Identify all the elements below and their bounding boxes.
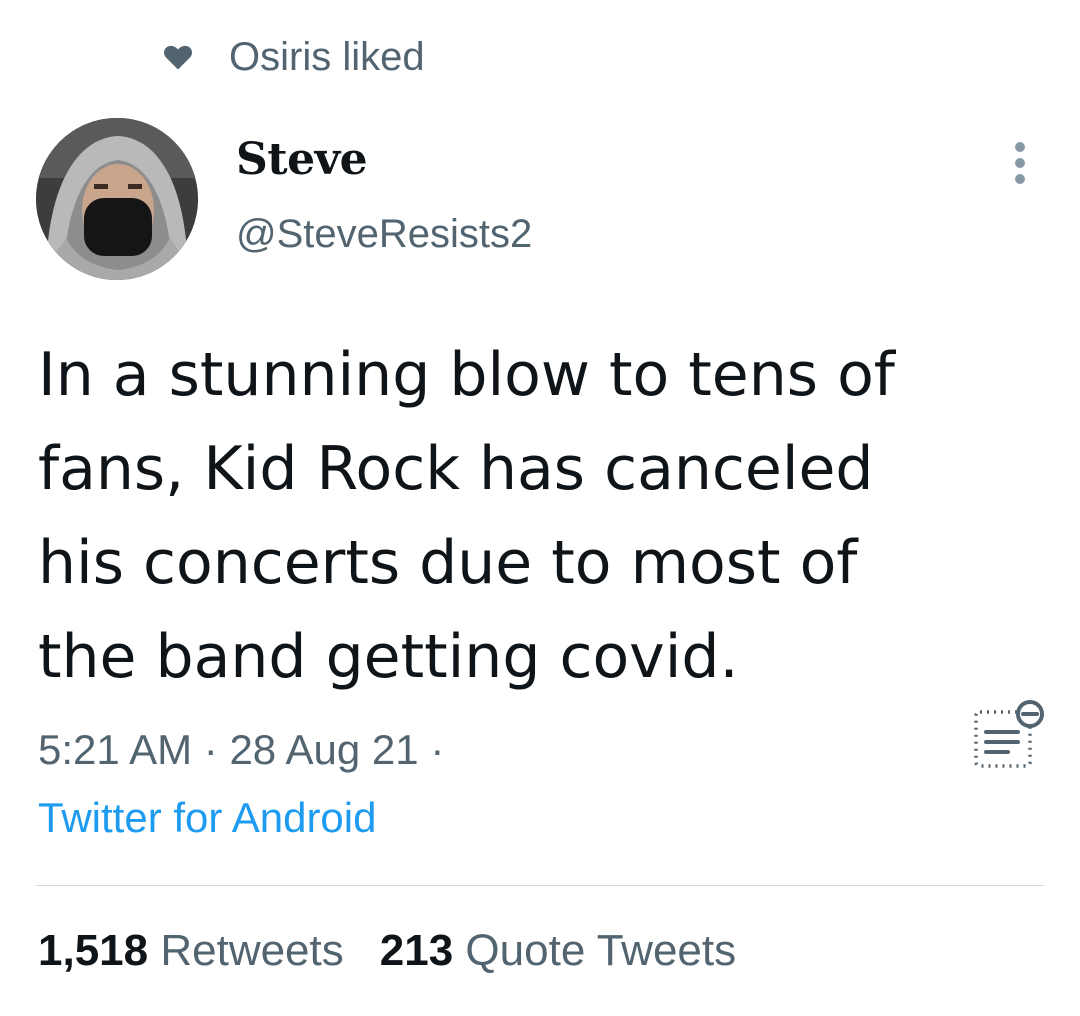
meta-separator: · xyxy=(203,726,218,773)
tweet-date[interactable]: 28 Aug 21 xyxy=(229,726,418,773)
tweet-meta: 5:21 AM · 28 Aug 21 · xyxy=(38,726,444,774)
liked-by-text: Osiris liked xyxy=(229,34,425,79)
engagement-stats: 1,518 Retweets 213 Quote Tweets xyxy=(38,926,736,976)
tweet-source-link[interactable]: Twitter for Android xyxy=(38,794,376,842)
quotes-label: Quote Tweets xyxy=(465,926,737,975)
notes-list-icon[interactable] xyxy=(972,698,1046,772)
display-name[interactable]: Steve xyxy=(236,134,368,185)
user-handle[interactable]: @SteveResists2 xyxy=(236,212,532,257)
retweets-label: Retweets xyxy=(160,926,344,975)
meta-trailing-separator: · xyxy=(430,726,445,773)
retweets-stat[interactable]: 1,518 Retweets xyxy=(38,926,344,975)
quotes-count: 213 xyxy=(379,926,454,975)
heart-icon xyxy=(164,45,192,70)
more-vertical-icon xyxy=(1015,142,1025,152)
retweets-count: 1,518 xyxy=(38,926,149,975)
avatar-photo xyxy=(36,118,198,280)
tweet-text: In a stunning blow to tens of fans, Kid … xyxy=(38,340,895,692)
quote-tweets-stat[interactable]: 213 Quote Tweets xyxy=(380,926,736,975)
avatar[interactable] xyxy=(36,118,198,280)
divider xyxy=(36,885,1044,886)
social-context[interactable]: Osiris liked xyxy=(163,34,425,80)
more-options-button[interactable] xyxy=(1008,142,1032,192)
tweet-time[interactable]: 5:21 AM xyxy=(38,726,192,773)
